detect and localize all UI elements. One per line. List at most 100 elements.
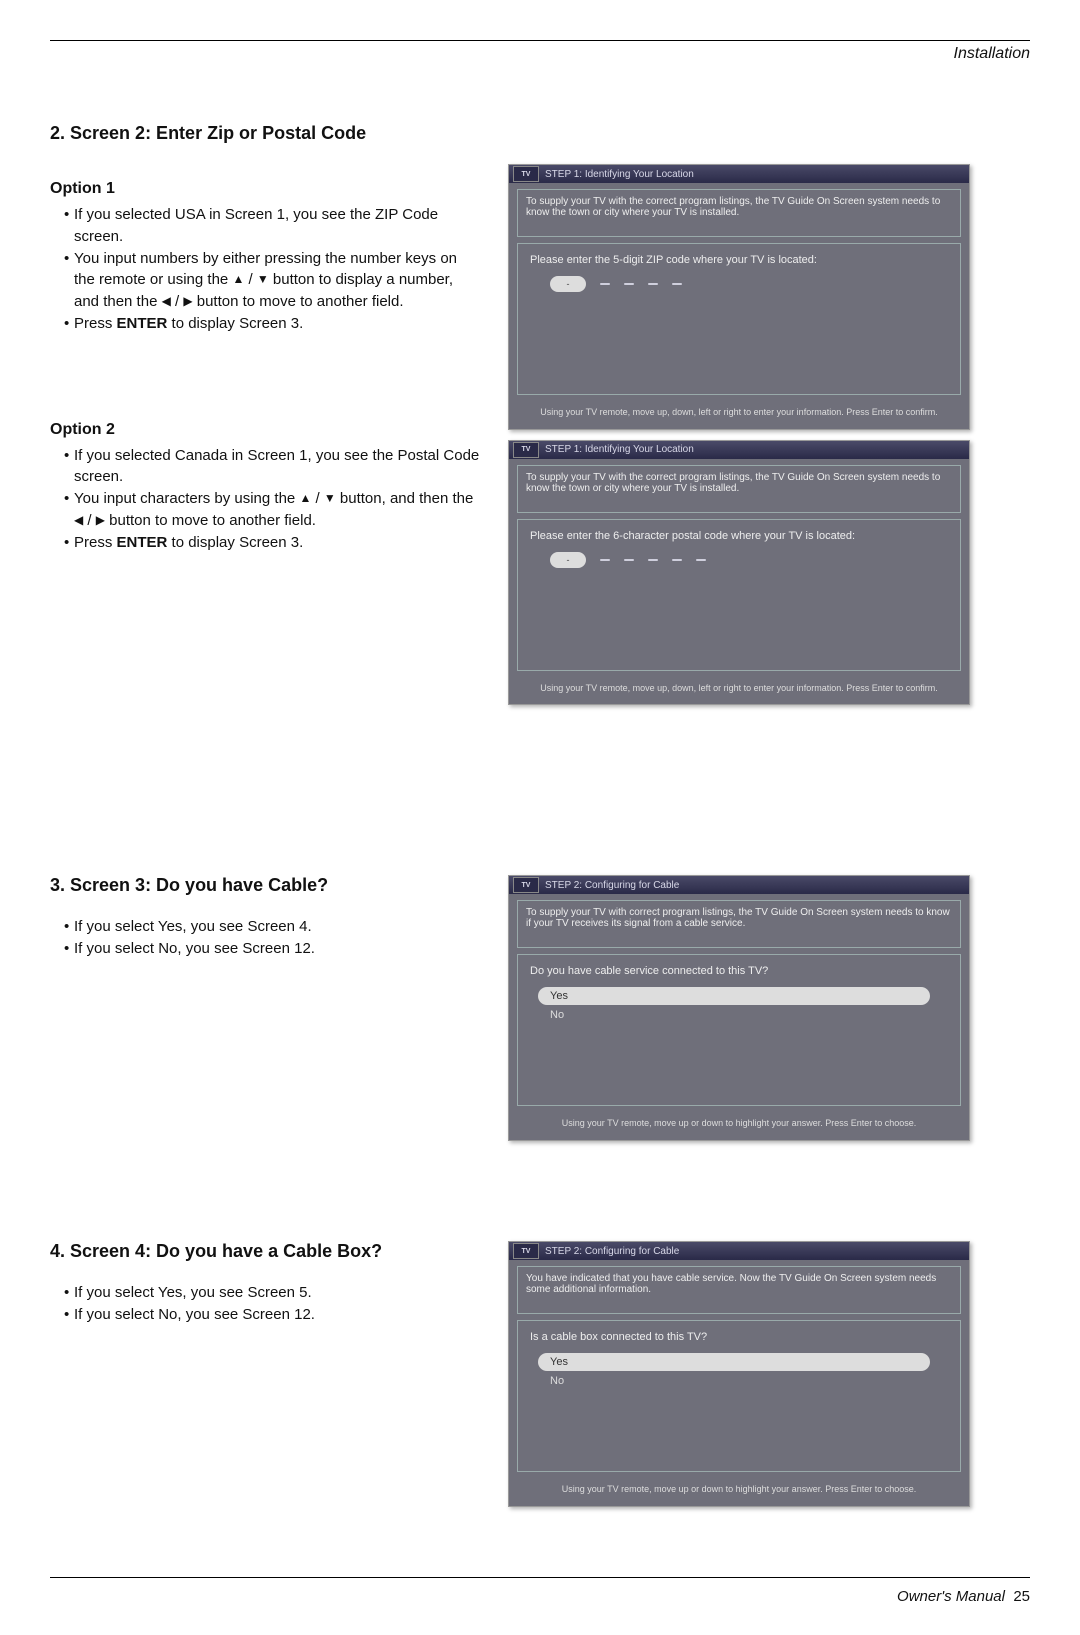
text-frag: to display Screen 3. [167,315,303,332]
screen4-body: If you select Yes, you see Screen 5. If … [64,1282,480,1326]
up-arrow-icon: ▲ [232,271,244,288]
screen4-row: 4. Screen 4: Do you have a Cable Box? If… [50,1241,1030,1507]
option2-line2: You input characters by using the ▲ / ▼ … [64,488,480,532]
enter-bold: ENTER [117,534,168,551]
screen4-left: 4. Screen 4: Do you have a Cable Box? If… [50,1241,480,1326]
tvguide-title: STEP 1: Identifying Your Location [545,169,694,180]
tvguide-logo-icon: TV [513,877,539,893]
tvguide-desc: You have indicated that you have cable s… [517,1266,961,1314]
tvguide-titlebar: TV STEP 2: Configuring for Cable [509,1242,969,1260]
option1-line2: You input numbers by either pressing the… [64,248,480,313]
option2-line3: Press ENTER to display Screen 3. [64,532,480,554]
option2-body: If you selected Canada in Screen 1, you … [64,445,480,554]
option2-heading: Option 2 [50,421,480,439]
tvguide-cable-screen: TV STEP 2: Configuring for Cable To supp… [508,875,970,1141]
zip-digit-field[interactable] [600,283,610,285]
screen3-line1: If you select Yes, you see Screen 4. [64,916,480,938]
screen3-body: If you select Yes, you see Screen 4. If … [64,916,480,960]
screen4-heading: 4. Screen 4: Do you have a Cable Box? [50,1241,480,1262]
screen3-right: TV STEP 2: Configuring for Cable To supp… [508,875,970,1141]
tvguide-postal-screen: TV STEP 1: Identifying Your Location To … [508,440,970,706]
option-yes[interactable]: Yes [538,1353,930,1371]
screen2-row: Option 1 If you selected USA in Screen 1… [50,164,1030,705]
spacer [50,335,480,405]
postal-char-field[interactable] [624,559,634,561]
tvguide-titlebar: TV STEP 1: Identifying Your Location [509,165,969,183]
spacer [50,705,1030,875]
option1-body: If you selected USA in Screen 1, you see… [64,204,480,335]
tvguide-desc: To supply your TV with the correct progr… [517,465,961,513]
postal-char-field[interactable] [600,559,610,561]
owners-manual-label: Owner's Manual [897,1588,1005,1605]
section-header: Installation [50,45,1030,63]
tvguide-footer: Using your TV remote, move up, down, lef… [509,401,969,429]
zip-digit-field[interactable] [624,283,634,285]
option-yes[interactable]: Yes [538,987,930,1005]
zip-digit-field[interactable]: - [550,276,586,292]
postal-char-field[interactable] [696,559,706,561]
slash: / [83,512,96,529]
tvguide-footer: Using your TV remote, move up or down to… [509,1478,969,1506]
tvguide-title: STEP 2: Configuring for Cable [545,1246,679,1257]
text-frag: Press [74,315,117,332]
tvguide-prompt: Please enter the 6-character postal code… [530,530,948,542]
text-frag: Press [74,534,117,551]
tvguide-cablebox-screen: TV STEP 2: Configuring for Cable You hav… [508,1241,970,1507]
postal-char-field[interactable] [672,559,682,561]
manual-page: Installation 2. Screen 2: Enter Zip or P… [0,0,1080,1635]
tvguide-main: Do you have cable service connected to t… [517,954,961,1106]
up-arrow-icon: ▲ [299,490,311,507]
option-no[interactable]: No [530,1375,948,1387]
tvguide-title: STEP 1: Identifying Your Location [545,444,694,455]
tvguide-main: Is a cable box connected to this TV? Yes… [517,1320,961,1472]
right-arrow-icon: ▶ [96,512,105,529]
down-arrow-icon: ▼ [257,271,269,288]
zip-digit-field[interactable] [648,283,658,285]
tvguide-main: Please enter the 6-character postal code… [517,519,961,671]
option-no[interactable]: No [530,1009,948,1021]
right-arrow-icon: ▶ [183,293,192,310]
text-frag: button to move to another field. [105,512,316,529]
tvguide-desc: To supply your TV with the correct progr… [517,189,961,237]
enter-bold: ENTER [117,315,168,332]
tvguide-titlebar: TV STEP 2: Configuring for Cable [509,876,969,894]
text-frag: button, and then the [336,490,474,507]
down-arrow-icon: ▼ [324,490,336,507]
screen4-line1: If you select Yes, you see Screen 5. [64,1282,480,1304]
tvguide-desc: To supply your TV with correct program l… [517,900,961,948]
screen3-row: 3. Screen 3: Do you have Cable? If you s… [50,875,1030,1141]
option2-line1: If you selected Canada in Screen 1, you … [64,445,480,489]
text-frag: to display Screen 3. [167,534,303,551]
left-arrow-icon: ◀ [74,512,83,529]
slash: / [311,490,324,507]
tvguide-prompt: Please enter the 5-digit ZIP code where … [530,254,948,266]
screen4-line2: If you select No, you see Screen 12. [64,1304,480,1326]
tvguide-prompt: Is a cable box connected to this TV? [530,1331,948,1343]
option1-heading: Option 1 [50,180,480,198]
postal-char-field[interactable] [648,559,658,561]
screen2-right: TV STEP 1: Identifying Your Location To … [508,164,970,705]
tvguide-footer: Using your TV remote, move up, down, lef… [509,677,969,705]
tvguide-prompt: Do you have cable service connected to t… [530,965,948,977]
postal-char-field[interactable]: - [550,552,586,568]
screen4-right: TV STEP 2: Configuring for Cable You hav… [508,1241,970,1507]
text-frag: button to move to another field. [193,293,404,310]
slash: / [244,271,257,288]
tvguide-logo-icon: TV [513,166,539,182]
tvguide-main: Please enter the 5-digit ZIP code where … [517,243,961,395]
zip-digit-field[interactable] [672,283,682,285]
spacer [50,1141,1030,1241]
screen3-line2: If you select No, you see Screen 12. [64,938,480,960]
tvguide-footer: Using your TV remote, move up or down to… [509,1112,969,1140]
screen2-left: Option 1 If you selected USA in Screen 1… [50,164,480,553]
tvguide-titlebar: TV STEP 1: Identifying Your Location [509,441,969,459]
page-footer: Owner's Manual 25 [50,1577,1030,1605]
tvguide-zip-screen: TV STEP 1: Identifying Your Location To … [508,164,970,430]
page-number: 25 [1013,1588,1030,1605]
text-frag: You input characters by using the [74,490,299,507]
postal-input-row: - [550,552,948,568]
tvguide-logo-icon: TV [513,442,539,458]
zip-input-row: - [550,276,948,292]
top-rule [50,40,1030,41]
footer-text: Owner's Manual 25 [50,1588,1030,1605]
